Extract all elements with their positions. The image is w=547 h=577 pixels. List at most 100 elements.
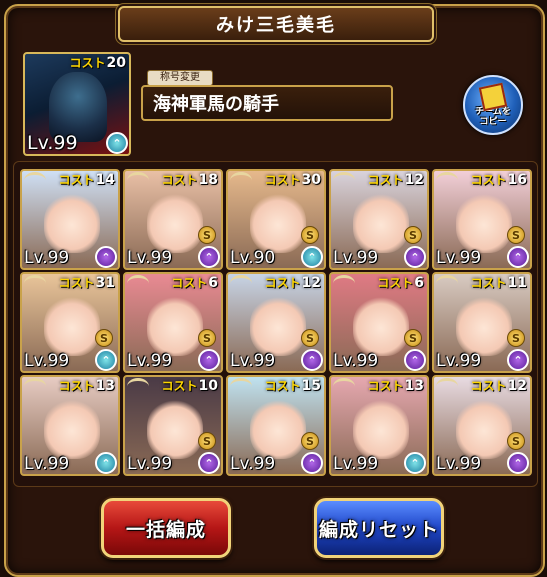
unit-card[interactable]: コスト6 S Lv.99 ⌃: [329, 272, 429, 373]
unit-level: Lv.99: [127, 351, 173, 371]
unit-portrait: [44, 294, 100, 356]
unit-cost: コスト12: [471, 377, 528, 394]
unit-portrait: [147, 397, 203, 459]
copy-card-icon: [478, 82, 508, 112]
unit-cost: コスト16: [471, 171, 528, 188]
unit-cost-value: 18: [198, 172, 218, 188]
unit-level: Lv.99: [333, 454, 379, 474]
s-rank-badge-icon: S: [507, 329, 525, 347]
leader-rank-icon: ⌃: [106, 132, 128, 154]
unit-level: Lv.99: [230, 454, 276, 474]
unit-rank-icon: ⌃: [95, 246, 117, 268]
unit-card[interactable]: コスト15 S Lv.99 ⌃: [226, 375, 326, 476]
unit-portrait: [44, 397, 100, 459]
unit-rank-icon: ⌃: [507, 452, 529, 474]
leader-cost-label: コスト: [69, 56, 106, 70]
unit-frame-ornament: [230, 275, 252, 292]
unit-card[interactable]: コスト13 Lv.99 ⌃: [329, 375, 429, 476]
unit-portrait: [456, 294, 512, 356]
unit-frame-ornament: [230, 172, 252, 189]
nickname-field[interactable]: 海神軍馬の騎手: [141, 85, 393, 121]
copy-team-button[interactable]: チームを コピー: [463, 75, 523, 135]
unit-cost-label: コスト: [377, 276, 414, 290]
unit-cost-label: コスト: [264, 276, 301, 290]
nickname-change-tag[interactable]: 称号変更: [147, 70, 213, 86]
unit-frame-ornament: [24, 172, 46, 189]
unit-card[interactable]: コスト12 S Lv.99 ⌃: [226, 272, 326, 373]
unit-rank-icon: ⌃: [507, 349, 529, 371]
unit-level: Lv.99: [230, 351, 276, 371]
unit-rank-icon: ⌃: [301, 246, 323, 268]
team-name-title: みけ三毛美毛: [118, 6, 434, 42]
unit-portrait: [44, 191, 100, 253]
unit-cost-value: 12: [301, 275, 321, 291]
unit-rank-icon: ⌃: [95, 349, 117, 371]
unit-rank-icon: ⌃: [95, 452, 117, 474]
unit-rank-icon: ⌃: [198, 246, 220, 268]
s-rank-badge-icon: S: [507, 432, 525, 450]
s-rank-badge-icon: S: [404, 226, 422, 244]
unit-card[interactable]: コスト11 S Lv.99 ⌃: [432, 272, 532, 373]
unit-cost: コスト12: [368, 171, 425, 188]
unit-level: Lv.99: [333, 248, 379, 268]
unit-cost-value: 12: [507, 378, 527, 394]
unit-frame-ornament: [127, 172, 149, 189]
unit-cost-label: コスト: [58, 379, 95, 393]
unit-frame-ornament: [127, 275, 149, 292]
unit-card[interactable]: コスト10 S Lv.99 ⌃: [123, 375, 223, 476]
leader-cost-value: 20: [106, 55, 126, 71]
unit-cost-value: 6: [414, 275, 424, 291]
unit-card[interactable]: コスト6 S Lv.99 ⌃: [123, 272, 223, 373]
unit-cost: コスト14: [59, 171, 116, 188]
s-rank-badge-icon: S: [301, 329, 319, 347]
unit-portrait: [353, 191, 409, 253]
unit-cost-value: 10: [198, 378, 218, 394]
unit-card[interactable]: コスト31 S Lv.99 ⌃: [20, 272, 120, 373]
unit-portrait: [147, 294, 203, 356]
unit-cost: コスト18: [162, 171, 219, 188]
unit-frame-ornament: [24, 378, 46, 395]
s-rank-badge-icon: S: [507, 226, 525, 244]
unit-level: Lv.99: [436, 454, 482, 474]
unit-card[interactable]: コスト12 S Lv.99 ⌃: [432, 375, 532, 476]
unit-cost: コスト31: [59, 274, 116, 291]
unit-frame-ornament: [127, 378, 149, 395]
reset-formation-button[interactable]: 編成リセット: [314, 498, 444, 558]
unit-card[interactable]: コスト13 Lv.99 ⌃: [20, 375, 120, 476]
unit-cost-label: コスト: [161, 173, 198, 187]
unit-portrait: [147, 191, 203, 253]
leader-cost: コスト20: [70, 54, 127, 71]
unit-cost-value: 14: [95, 172, 115, 188]
unit-cost-label: コスト: [161, 379, 198, 393]
unit-card[interactable]: コスト18 S Lv.99 ⌃: [123, 169, 223, 270]
unit-frame-ornament: [333, 378, 355, 395]
unit-card[interactable]: コスト12 S Lv.99 ⌃: [329, 169, 429, 270]
unit-cost-label: コスト: [58, 276, 95, 290]
unit-cost-value: 12: [404, 172, 424, 188]
unit-card[interactable]: コスト14 Lv.99 ⌃: [20, 169, 120, 270]
unit-portrait: [250, 191, 306, 253]
s-rank-badge-icon: S: [404, 329, 422, 347]
unit-frame-ornament: [333, 172, 355, 189]
unit-cost-value: 13: [95, 378, 115, 394]
unit-cost: コスト11: [471, 274, 528, 291]
unit-frame-ornament: [436, 172, 458, 189]
unit-cost-label: コスト: [367, 379, 404, 393]
copy-team-label: チームを コピー: [475, 107, 511, 127]
unit-card[interactable]: コスト16 S Lv.99 ⌃: [432, 169, 532, 270]
unit-frame-ornament: [24, 275, 46, 292]
unit-frame-ornament: [436, 378, 458, 395]
unit-cost-value: 30: [301, 172, 321, 188]
unit-portrait: [456, 397, 512, 459]
unit-level: Lv.99: [24, 454, 70, 474]
unit-rank-icon: ⌃: [301, 452, 323, 474]
unit-level: Lv.99: [127, 248, 173, 268]
unit-card[interactable]: コスト30 S Lv.90 ⌃: [226, 169, 326, 270]
s-rank-badge-icon: S: [198, 226, 216, 244]
unit-cost-label: コスト: [367, 173, 404, 187]
bulk-formation-button[interactable]: 一括編成: [101, 498, 231, 558]
s-rank-badge-icon: S: [301, 226, 319, 244]
leader-unit-card[interactable]: コスト20 Lv.99 ⌃: [23, 52, 131, 156]
unit-cost-label: コスト: [264, 379, 301, 393]
unit-cost: コスト15: [265, 377, 322, 394]
